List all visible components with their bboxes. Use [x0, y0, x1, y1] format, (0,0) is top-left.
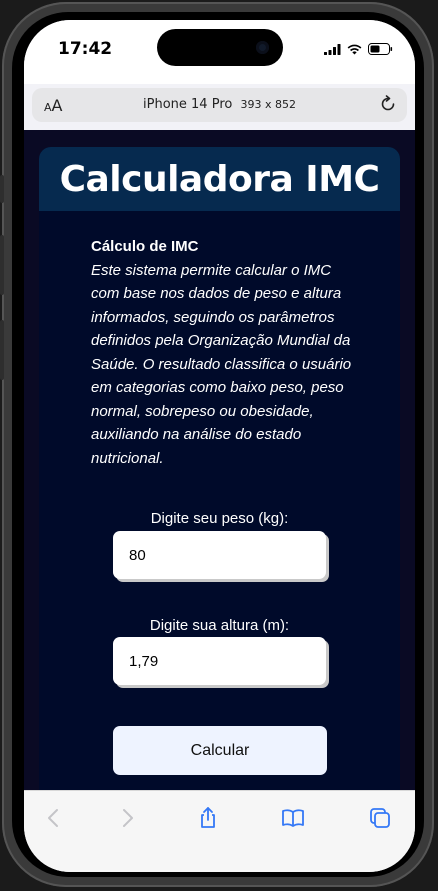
status-time: 17:42 — [58, 39, 113, 59]
description: Cálculo de IMC Este sistema permite calc… — [91, 235, 353, 470]
calculate-button[interactable]: Calcular — [113, 726, 327, 775]
page-title: Calculadora IMC — [59, 158, 380, 200]
imc-card: Calculadora IMC Cálculo de IMC Este sist… — [39, 147, 400, 847]
weight-input[interactable] — [113, 531, 326, 579]
address-url[interactable]: iPhone 14 Pro 393 x 852 — [32, 97, 407, 112]
share-icon[interactable] — [196, 806, 220, 830]
mute-switch — [0, 175, 4, 203]
device-dimensions: 393 x 852 — [240, 98, 296, 111]
back-icon[interactable] — [42, 806, 66, 830]
forward-icon[interactable] — [115, 806, 139, 830]
height-input[interactable] — [113, 637, 326, 685]
signal-icon — [324, 43, 341, 55]
phone-screen: 17:42 AA iPhone 14 Pro 393 x 852 Calcula… — [24, 20, 415, 872]
description-title: Cálculo de IMC — [91, 238, 199, 255]
reload-icon[interactable] — [379, 95, 397, 113]
device-name: iPhone 14 Pro — [143, 97, 233, 112]
address-bar[interactable]: AA iPhone 14 Pro 393 x 852 — [32, 88, 407, 122]
camera-icon — [256, 41, 269, 54]
tabs-icon[interactable] — [368, 806, 392, 830]
wifi-icon — [347, 44, 362, 54]
description-text: Este sistema permite calcular o IMC com … — [91, 261, 352, 467]
bookmarks-icon[interactable] — [281, 806, 305, 830]
browser-toolbar — [24, 790, 415, 872]
dynamic-island — [157, 29, 283, 66]
web-content: Calculadora IMC Cálculo de IMC Este sist… — [24, 130, 415, 847]
status-bar: 17:42 — [24, 20, 415, 84]
battery-icon — [368, 43, 393, 55]
volume-up-button — [0, 235, 4, 295]
height-label: Digite sua altura (m): — [149, 617, 290, 634]
volume-down-button — [0, 320, 4, 380]
status-icons — [324, 42, 393, 56]
card-header: Calculadora IMC — [39, 147, 400, 211]
weight-label: Digite seu peso (kg): — [150, 510, 289, 527]
